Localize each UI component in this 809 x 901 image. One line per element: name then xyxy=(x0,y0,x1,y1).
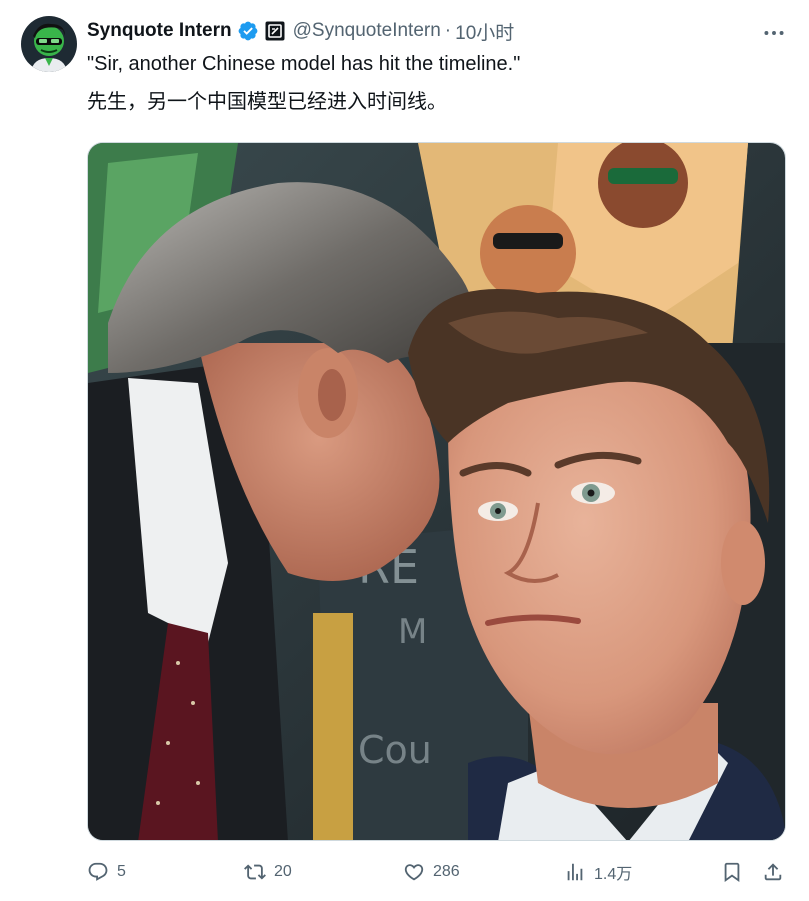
bookmark-button[interactable] xyxy=(721,855,743,889)
svg-text:Cou: Cou xyxy=(358,728,432,772)
repost-count: 20 xyxy=(274,863,292,880)
verified-badge-icon xyxy=(237,20,259,42)
synquote-logo-icon[interactable] xyxy=(265,21,285,41)
author-display-name[interactable]: Synquote Intern xyxy=(87,20,232,42)
author-handle[interactable]: @SynquoteIntern xyxy=(293,20,441,42)
bar-chart-views-icon xyxy=(567,863,583,881)
reply-count: 5 xyxy=(117,863,126,880)
more-options-button[interactable] xyxy=(761,20,787,46)
repost-arrows-icon xyxy=(244,864,266,880)
author-avatar[interactable] xyxy=(21,16,77,72)
views-button[interactable]: 1.4万 xyxy=(564,855,632,889)
reply-button[interactable]: 5 xyxy=(87,855,126,889)
tweet-photo[interactable]: RE M Cou xyxy=(87,142,786,841)
tweet-text-english: "Sir, another Chinese model has hit the … xyxy=(87,53,521,75)
views-count: 1.4万 xyxy=(594,866,633,883)
tweet-card[interactable]: Synquote Intern @SynquoteIntern · 10小时 "… xyxy=(0,0,809,901)
more-dots-icon xyxy=(764,31,784,35)
tweet-action-bar: 5 20 286 1.4万 xyxy=(87,855,787,889)
tweet-text-chinese: 先生，另一个中国模型已经进入时间线。 xyxy=(87,91,447,113)
bookmark-icon xyxy=(724,862,740,883)
share-button[interactable] xyxy=(762,855,784,889)
green-mask-avatar-icon xyxy=(21,16,77,72)
svg-text:M: M xyxy=(398,612,427,652)
heart-icon xyxy=(404,864,424,881)
repost-button[interactable]: 20 xyxy=(244,855,292,889)
like-button[interactable]: 286 xyxy=(403,855,460,889)
photo-two-men-whispering: RE M Cou xyxy=(88,143,785,840)
share-upload-icon xyxy=(764,863,782,881)
tweet-header: Synquote Intern @SynquoteIntern · 10小时 xyxy=(87,18,514,45)
tweet-timestamp[interactable]: 10小时 xyxy=(455,18,514,45)
header-separator: · xyxy=(444,20,452,41)
reply-bubble-icon xyxy=(88,862,108,881)
like-count: 286 xyxy=(433,863,460,880)
